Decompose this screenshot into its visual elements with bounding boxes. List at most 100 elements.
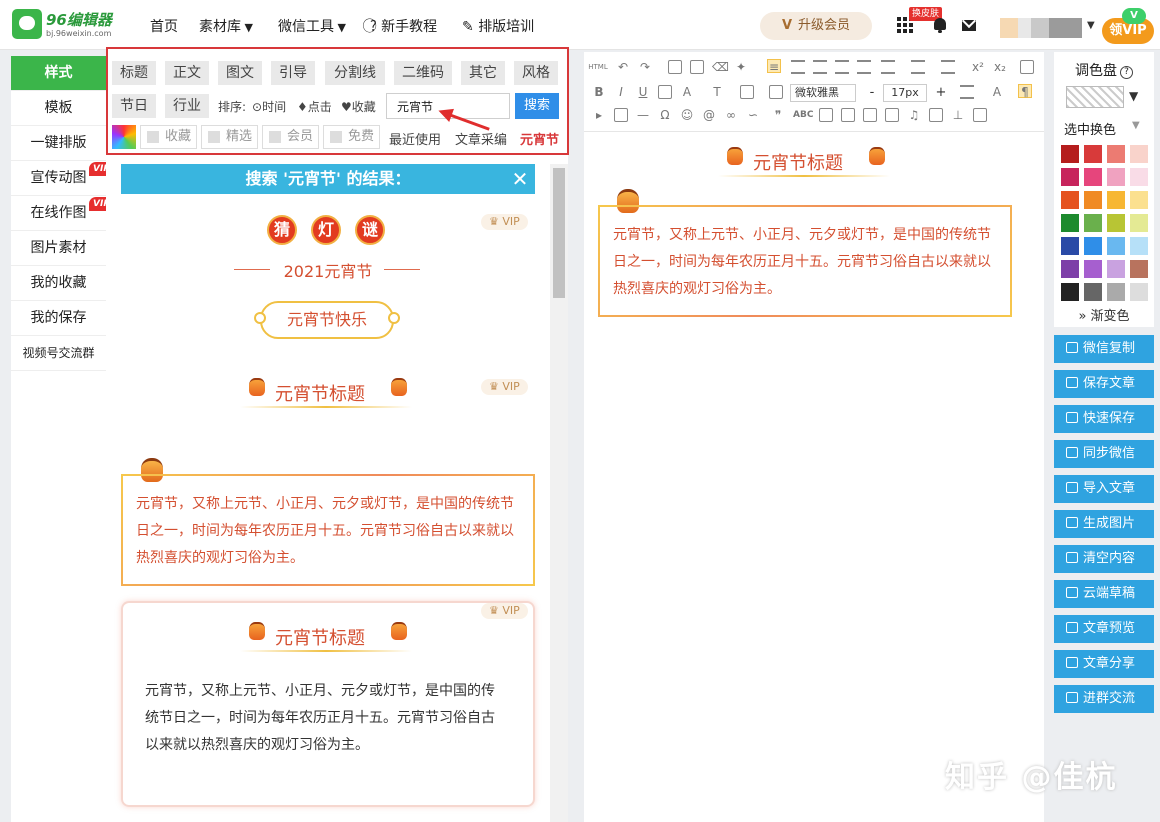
align-left-icon[interactable]: ≡ xyxy=(767,59,781,74)
color-swatch[interactable] xyxy=(1084,168,1102,186)
sort-by-favorites[interactable]: ♥收藏 xyxy=(341,98,376,115)
sidebar-item-one-click[interactable]: 一键排版 xyxy=(11,126,106,161)
generate-image-button[interactable]: 生成图片 xyxy=(1054,510,1154,538)
logo[interactable]: 96编辑器 bj.96weixin.com xyxy=(12,9,112,41)
multi-image-icon[interactable] xyxy=(885,108,899,122)
mail-icon[interactable] xyxy=(962,20,976,31)
help-icon[interactable]: ? xyxy=(1120,66,1133,79)
link-active-keyword[interactable]: 元宵节 xyxy=(520,129,559,148)
nav-material[interactable]: 素材库 ▼ xyxy=(199,16,253,36)
color-swatch[interactable] xyxy=(1061,191,1079,209)
insert-image-icon[interactable] xyxy=(841,108,855,122)
bell-icon[interactable] xyxy=(934,18,946,33)
editor-box-text[interactable]: 元宵节，又称上元节、小正月、元夕或灯节，是中国的传统节日之一，时间为每年农历正月… xyxy=(613,222,997,303)
bold-icon[interactable]: B xyxy=(592,85,606,99)
filter-style[interactable]: 风格 xyxy=(514,61,558,85)
color-filter-icon[interactable] xyxy=(112,125,136,149)
style-title-text[interactable]: 元宵节标题 xyxy=(275,380,365,406)
preview-article-button[interactable]: 文章预览 xyxy=(1054,615,1154,643)
spellcheck-icon[interactable]: ABC xyxy=(793,108,813,122)
search-button[interactable]: 搜索 xyxy=(515,93,559,119)
layout-icon[interactable] xyxy=(973,108,987,122)
subscript-icon[interactable]: x₂ xyxy=(993,60,1007,74)
color-swatch[interactable] xyxy=(1084,214,1102,232)
scrollbar-thumb[interactable] xyxy=(553,168,565,298)
color-swatch[interactable] xyxy=(1061,145,1079,163)
avatar[interactable] xyxy=(1000,18,1082,38)
quick-save-button[interactable]: 快速保存 xyxy=(1054,405,1154,433)
border-icon[interactable] xyxy=(658,85,672,99)
paragraph-mark-icon[interactable]: ¶ xyxy=(1018,84,1032,99)
color-swatch[interactable] xyxy=(1130,168,1148,186)
color-swatch[interactable] xyxy=(1061,168,1079,186)
upgrade-vip-button[interactable]: V 升级会员 xyxy=(760,12,872,40)
quote-icon[interactable]: ❞ xyxy=(771,108,785,122)
image-icon[interactable] xyxy=(769,85,783,99)
font-size-decrease[interactable]: - xyxy=(865,84,879,102)
sidebar-item-favorites[interactable]: 我的收藏 xyxy=(11,266,106,301)
format-brush-icon[interactable]: ▸ xyxy=(592,108,606,122)
redo-icon[interactable]: ↷ xyxy=(638,60,652,74)
italic-icon[interactable]: I xyxy=(614,85,628,99)
join-group-button[interactable]: 进群交流 xyxy=(1054,685,1154,713)
sync-wechat-button[interactable]: 同步微信 xyxy=(1054,440,1154,468)
underline-icon[interactable]: U xyxy=(636,85,650,99)
close-icon[interactable]: ✕ xyxy=(510,164,530,194)
video-icon[interactable] xyxy=(929,108,943,122)
sidebar-item-images[interactable]: 图片素材 xyxy=(11,231,106,266)
caret-down-icon[interactable]: ▼ xyxy=(1129,89,1138,103)
color-preview[interactable] xyxy=(1066,86,1124,108)
color-swatch[interactable] xyxy=(1130,214,1148,232)
sidebar-item-video-group[interactable]: 视频号交流群 xyxy=(11,336,106,371)
wechat-copy-button[interactable]: 微信复制 xyxy=(1054,335,1154,363)
horizontal-rule-icon[interactable]: — xyxy=(636,108,650,122)
nav-training[interactable]: ✎ 排版培训 xyxy=(462,16,534,36)
filter-festival[interactable]: 节日 xyxy=(112,94,156,118)
sidebar-item-template[interactable]: 模板 xyxy=(11,91,106,126)
color-swatch[interactable] xyxy=(1107,214,1125,232)
color-swatch[interactable] xyxy=(1107,283,1125,301)
checkbox-free[interactable]: 免费 xyxy=(323,125,380,149)
color-swatch[interactable] xyxy=(1061,237,1079,255)
background-color-icon[interactable] xyxy=(740,85,754,99)
color-swatch[interactable] xyxy=(1130,191,1148,209)
caret-down-icon[interactable]: ▼ xyxy=(1087,20,1095,31)
magic-wand-icon[interactable]: ✦ xyxy=(734,60,748,74)
color-swatch[interactable] xyxy=(1061,260,1079,278)
align-right-icon[interactable] xyxy=(813,60,827,74)
music-icon[interactable]: ♫ xyxy=(907,108,921,122)
link-article-collect[interactable]: 文章采编 xyxy=(455,129,507,148)
font-family-select[interactable]: 微软雅黑 xyxy=(790,84,856,102)
nav-wechat-tools[interactable]: 微信工具 ▼ xyxy=(278,16,346,36)
color-swatch[interactable] xyxy=(1061,214,1079,232)
format-icon[interactable] xyxy=(690,60,704,74)
at-icon[interactable]: @ xyxy=(702,108,716,122)
filter-title[interactable]: 标题 xyxy=(112,61,156,85)
checkbox-member[interactable]: 会员 xyxy=(262,125,319,149)
filter-guide[interactable]: 引导 xyxy=(271,61,315,85)
nav-tutorial[interactable]: ?⃝ 新手教程 xyxy=(370,16,437,36)
checkbox-featured[interactable]: 精选 xyxy=(201,125,258,149)
filter-image-text[interactable]: 图文 xyxy=(218,61,262,85)
template-icon[interactable] xyxy=(819,108,833,122)
link-recent[interactable]: 最近使用 xyxy=(389,129,441,148)
stamp-icon[interactable]: ⊥ xyxy=(951,108,965,122)
riddle-char-3[interactable]: 谜 xyxy=(355,215,385,245)
list-icon[interactable] xyxy=(941,60,955,74)
superscript-icon[interactable]: x² xyxy=(971,60,985,74)
align-justify-icon[interactable] xyxy=(835,60,849,74)
color-swatch[interactable] xyxy=(1084,283,1102,301)
color-swatch[interactable] xyxy=(1084,145,1102,163)
line-height-icon[interactable] xyxy=(881,60,895,74)
filter-divider[interactable]: 分割线 xyxy=(325,61,385,85)
link-icon[interactable]: ∞ xyxy=(724,108,738,122)
checkbox-favorites[interactable]: 收藏 xyxy=(140,125,197,149)
color-swatch[interactable] xyxy=(1084,237,1102,255)
riddle-char-2[interactable]: 灯 xyxy=(311,215,341,245)
color-swatch[interactable] xyxy=(1061,283,1079,301)
color-swatch[interactable] xyxy=(1130,260,1148,278)
text-style-icon[interactable]: T xyxy=(710,85,724,99)
sort-by-time[interactable]: ⊙时间 xyxy=(252,98,286,115)
html-source-button[interactable]: HTML xyxy=(588,60,608,74)
font-size-increase[interactable]: + xyxy=(934,84,948,102)
